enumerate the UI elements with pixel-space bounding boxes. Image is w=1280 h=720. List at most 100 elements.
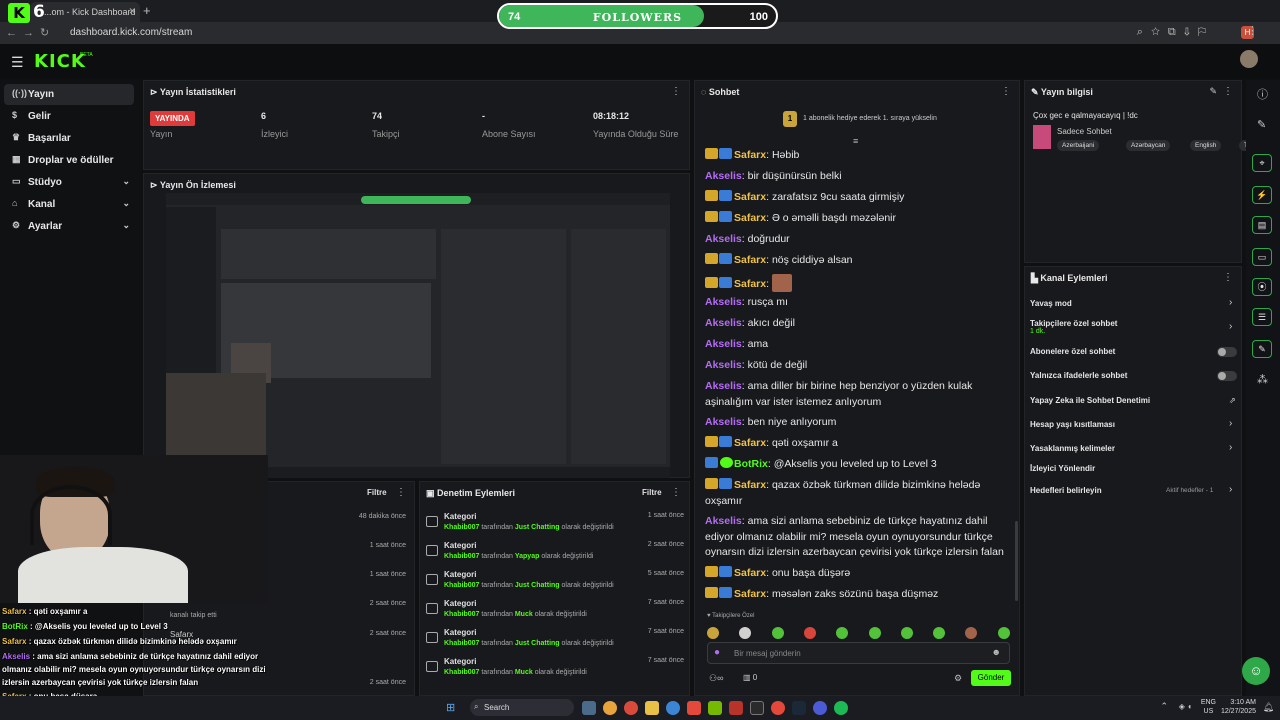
stream-preview-video[interactable] bbox=[166, 193, 670, 478]
chat-username[interactable]: Akselis bbox=[705, 416, 742, 428]
chat-input[interactable]: ● Bir mesaj gönderin ☻ bbox=[707, 642, 1010, 664]
channel-action-label[interactable]: Takipçilere özel sohbet bbox=[1030, 319, 1117, 328]
chat-username[interactable]: Akselis bbox=[705, 233, 742, 245]
emote-icon[interactable] bbox=[868, 627, 881, 639]
sidebar-item-basarilar[interactable]: ♛ Başarılar bbox=[4, 128, 134, 149]
app-icon[interactable] bbox=[729, 701, 743, 715]
notification-icon[interactable]: 🔔︎ bbox=[1263, 702, 1274, 713]
channel-action-label[interactable]: Yasaklanmış kelimeler bbox=[1030, 444, 1115, 453]
spotify-icon[interactable] bbox=[834, 701, 848, 715]
chat-username[interactable]: Akselis bbox=[705, 338, 742, 350]
stream-category[interactable]: Sadece Sohbet bbox=[1057, 127, 1112, 136]
emote-icon[interactable] bbox=[900, 627, 913, 639]
sidebar-item-droplar[interactable]: ▦ Droplar ve ödüller bbox=[4, 150, 134, 171]
window-controls[interactable]: ⋮ bbox=[1247, 24, 1272, 37]
menu-icon[interactable]: ☰ bbox=[11, 54, 24, 71]
chat-username[interactable]: Akselis bbox=[705, 296, 742, 308]
edge-icon[interactable] bbox=[666, 701, 680, 715]
kick-logo[interactable]: KICK bbox=[34, 51, 86, 72]
chat-username[interactable]: Safarx bbox=[734, 191, 766, 203]
sidebar-item-yayin[interactable]: ((·)) Yayın bbox=[4, 84, 134, 105]
broadcast-icon[interactable]: ⦿ bbox=[1252, 278, 1272, 296]
sidebar-item-kanal[interactable]: ⌂ Kanal ⌄ bbox=[4, 194, 134, 215]
scroll-down-icon[interactable]: ≡ bbox=[853, 136, 858, 146]
language-indicator[interactable]: ENG US bbox=[1201, 698, 1216, 716]
chat-username[interactable]: Safarx bbox=[734, 212, 766, 224]
steam-icon[interactable] bbox=[792, 701, 806, 715]
taskbar-search[interactable]: ⌕ Search bbox=[470, 699, 574, 716]
users-icon[interactable]: ⚇∞ bbox=[709, 673, 723, 684]
chat-username[interactable]: BotRix bbox=[734, 458, 768, 470]
channel-action-label[interactable]: Yavaş mod bbox=[1030, 299, 1072, 308]
stream-tag[interactable]: Azerbaijani bbox=[1057, 140, 1100, 151]
more-icon[interactable]: ⋮ bbox=[1001, 86, 1011, 97]
app-icon[interactable] bbox=[687, 701, 701, 715]
emoji-icon[interactable]: ☻ bbox=[992, 647, 1001, 657]
moderator-name[interactable]: Khabib007 bbox=[444, 640, 479, 647]
obs-icon[interactable] bbox=[750, 701, 764, 715]
address-bar-icons[interactable]: ⌕☆⧉⇩⚐ bbox=[1137, 26, 1214, 39]
toggle-switch[interactable] bbox=[1217, 347, 1237, 357]
chat-username[interactable]: Safarx bbox=[734, 567, 766, 579]
chat-username[interactable]: Safarx bbox=[734, 278, 766, 290]
emote-icon[interactable] bbox=[933, 627, 946, 639]
moderator-name[interactable]: Khabib007 bbox=[444, 669, 479, 676]
toggle-switch[interactable] bbox=[1217, 371, 1237, 381]
emote-icon[interactable] bbox=[836, 627, 849, 639]
tray-chevron-icon[interactable]: ⌃ bbox=[1160, 701, 1168, 712]
emote-icon[interactable] bbox=[771, 627, 784, 639]
lightning-icon[interactable]: ⚡ bbox=[1252, 186, 1272, 204]
sidebar-item-gelir[interactable]: $ Gelir bbox=[4, 106, 134, 127]
chevron-right-icon[interactable]: › bbox=[1229, 484, 1232, 495]
channel-action-label[interactable]: Abonelere özel sohbet bbox=[1030, 347, 1115, 356]
chevron-right-icon[interactable]: › bbox=[1229, 321, 1232, 332]
external-link-icon[interactable]: ⇗ bbox=[1229, 396, 1236, 405]
chrome-icon[interactable] bbox=[771, 701, 785, 715]
chat-username[interactable]: Safarx bbox=[734, 254, 766, 266]
emote-icon[interactable] bbox=[965, 627, 978, 639]
support-chat-icon[interactable]: ☺ bbox=[1242, 657, 1270, 685]
chat-username[interactable]: Akselis bbox=[705, 317, 742, 329]
network-icon[interactable]: ◈ ◖ bbox=[1179, 702, 1192, 711]
more-icon[interactable]: ⋮ bbox=[1223, 272, 1233, 283]
chat-username[interactable]: Safarx bbox=[734, 588, 766, 600]
chat-scrollbar[interactable] bbox=[1015, 521, 1018, 601]
edit-icon[interactable]: ✎ bbox=[1257, 118, 1266, 131]
activity-filter-button[interactable]: Filtre bbox=[367, 488, 387, 497]
points-display[interactable]: ▥ 0 bbox=[743, 673, 757, 682]
chat-username[interactable]: Safarx bbox=[734, 479, 766, 491]
chat-username[interactable]: Safarx bbox=[734, 149, 766, 161]
stream-tag[interactable]: English bbox=[1190, 140, 1222, 151]
folder-icon[interactable] bbox=[645, 701, 659, 715]
emote-icon[interactable] bbox=[803, 627, 816, 639]
info-icon[interactable]: ⓘ bbox=[1257, 86, 1268, 102]
chevron-right-icon[interactable]: › bbox=[1229, 297, 1232, 308]
channel-action-label[interactable]: İzleyici Yönlendir bbox=[1030, 464, 1095, 473]
apps-icon[interactable]: ⁂ bbox=[1257, 373, 1268, 386]
gear-icon[interactable]: ⚙ bbox=[954, 673, 962, 684]
moderator-name[interactable]: Khabib007 bbox=[444, 524, 479, 531]
sidebar-item-ayarlar[interactable]: ⚙ Ayarlar ⌄ bbox=[4, 216, 134, 237]
more-icon[interactable]: ⋮ bbox=[1223, 86, 1233, 97]
chevron-right-icon[interactable]: › bbox=[1229, 442, 1232, 453]
document-icon[interactable]: ▤ bbox=[1252, 216, 1272, 234]
emote-icon[interactable] bbox=[707, 627, 719, 639]
send-button[interactable]: Gönder bbox=[971, 670, 1011, 686]
discord-icon[interactable] bbox=[813, 701, 827, 715]
moderation-filter-button[interactable]: Filtre bbox=[642, 488, 662, 497]
microphone-icon[interactable]: ● bbox=[714, 647, 720, 658]
taskbar-clock[interactable]: 3:10 AM 12/27/2025 bbox=[1221, 698, 1256, 716]
moderator-name[interactable]: Khabib007 bbox=[444, 553, 479, 560]
new-tab-icon[interactable]: + bbox=[143, 3, 151, 18]
stream-tag[interactable]: Azərbaycan bbox=[1126, 140, 1171, 151]
windows-start-icon[interactable]: ⊞ bbox=[446, 701, 455, 714]
channel-action-label[interactable]: Hedefleri belirleyin bbox=[1030, 486, 1102, 495]
browser-tab[interactable]: ...om - Kick Dashboard ✕ bbox=[30, 2, 140, 22]
tools-icon[interactable]: ✎ bbox=[1252, 340, 1272, 358]
target-icon[interactable]: ⌖ bbox=[1252, 154, 1272, 172]
more-icon[interactable]: ⋮ bbox=[671, 86, 681, 97]
moderator-name[interactable]: Khabib007 bbox=[444, 582, 479, 589]
edit-icon[interactable]: ✎ bbox=[1209, 86, 1217, 97]
avatar[interactable] bbox=[1240, 50, 1258, 68]
chevron-right-icon[interactable]: › bbox=[1229, 418, 1232, 429]
